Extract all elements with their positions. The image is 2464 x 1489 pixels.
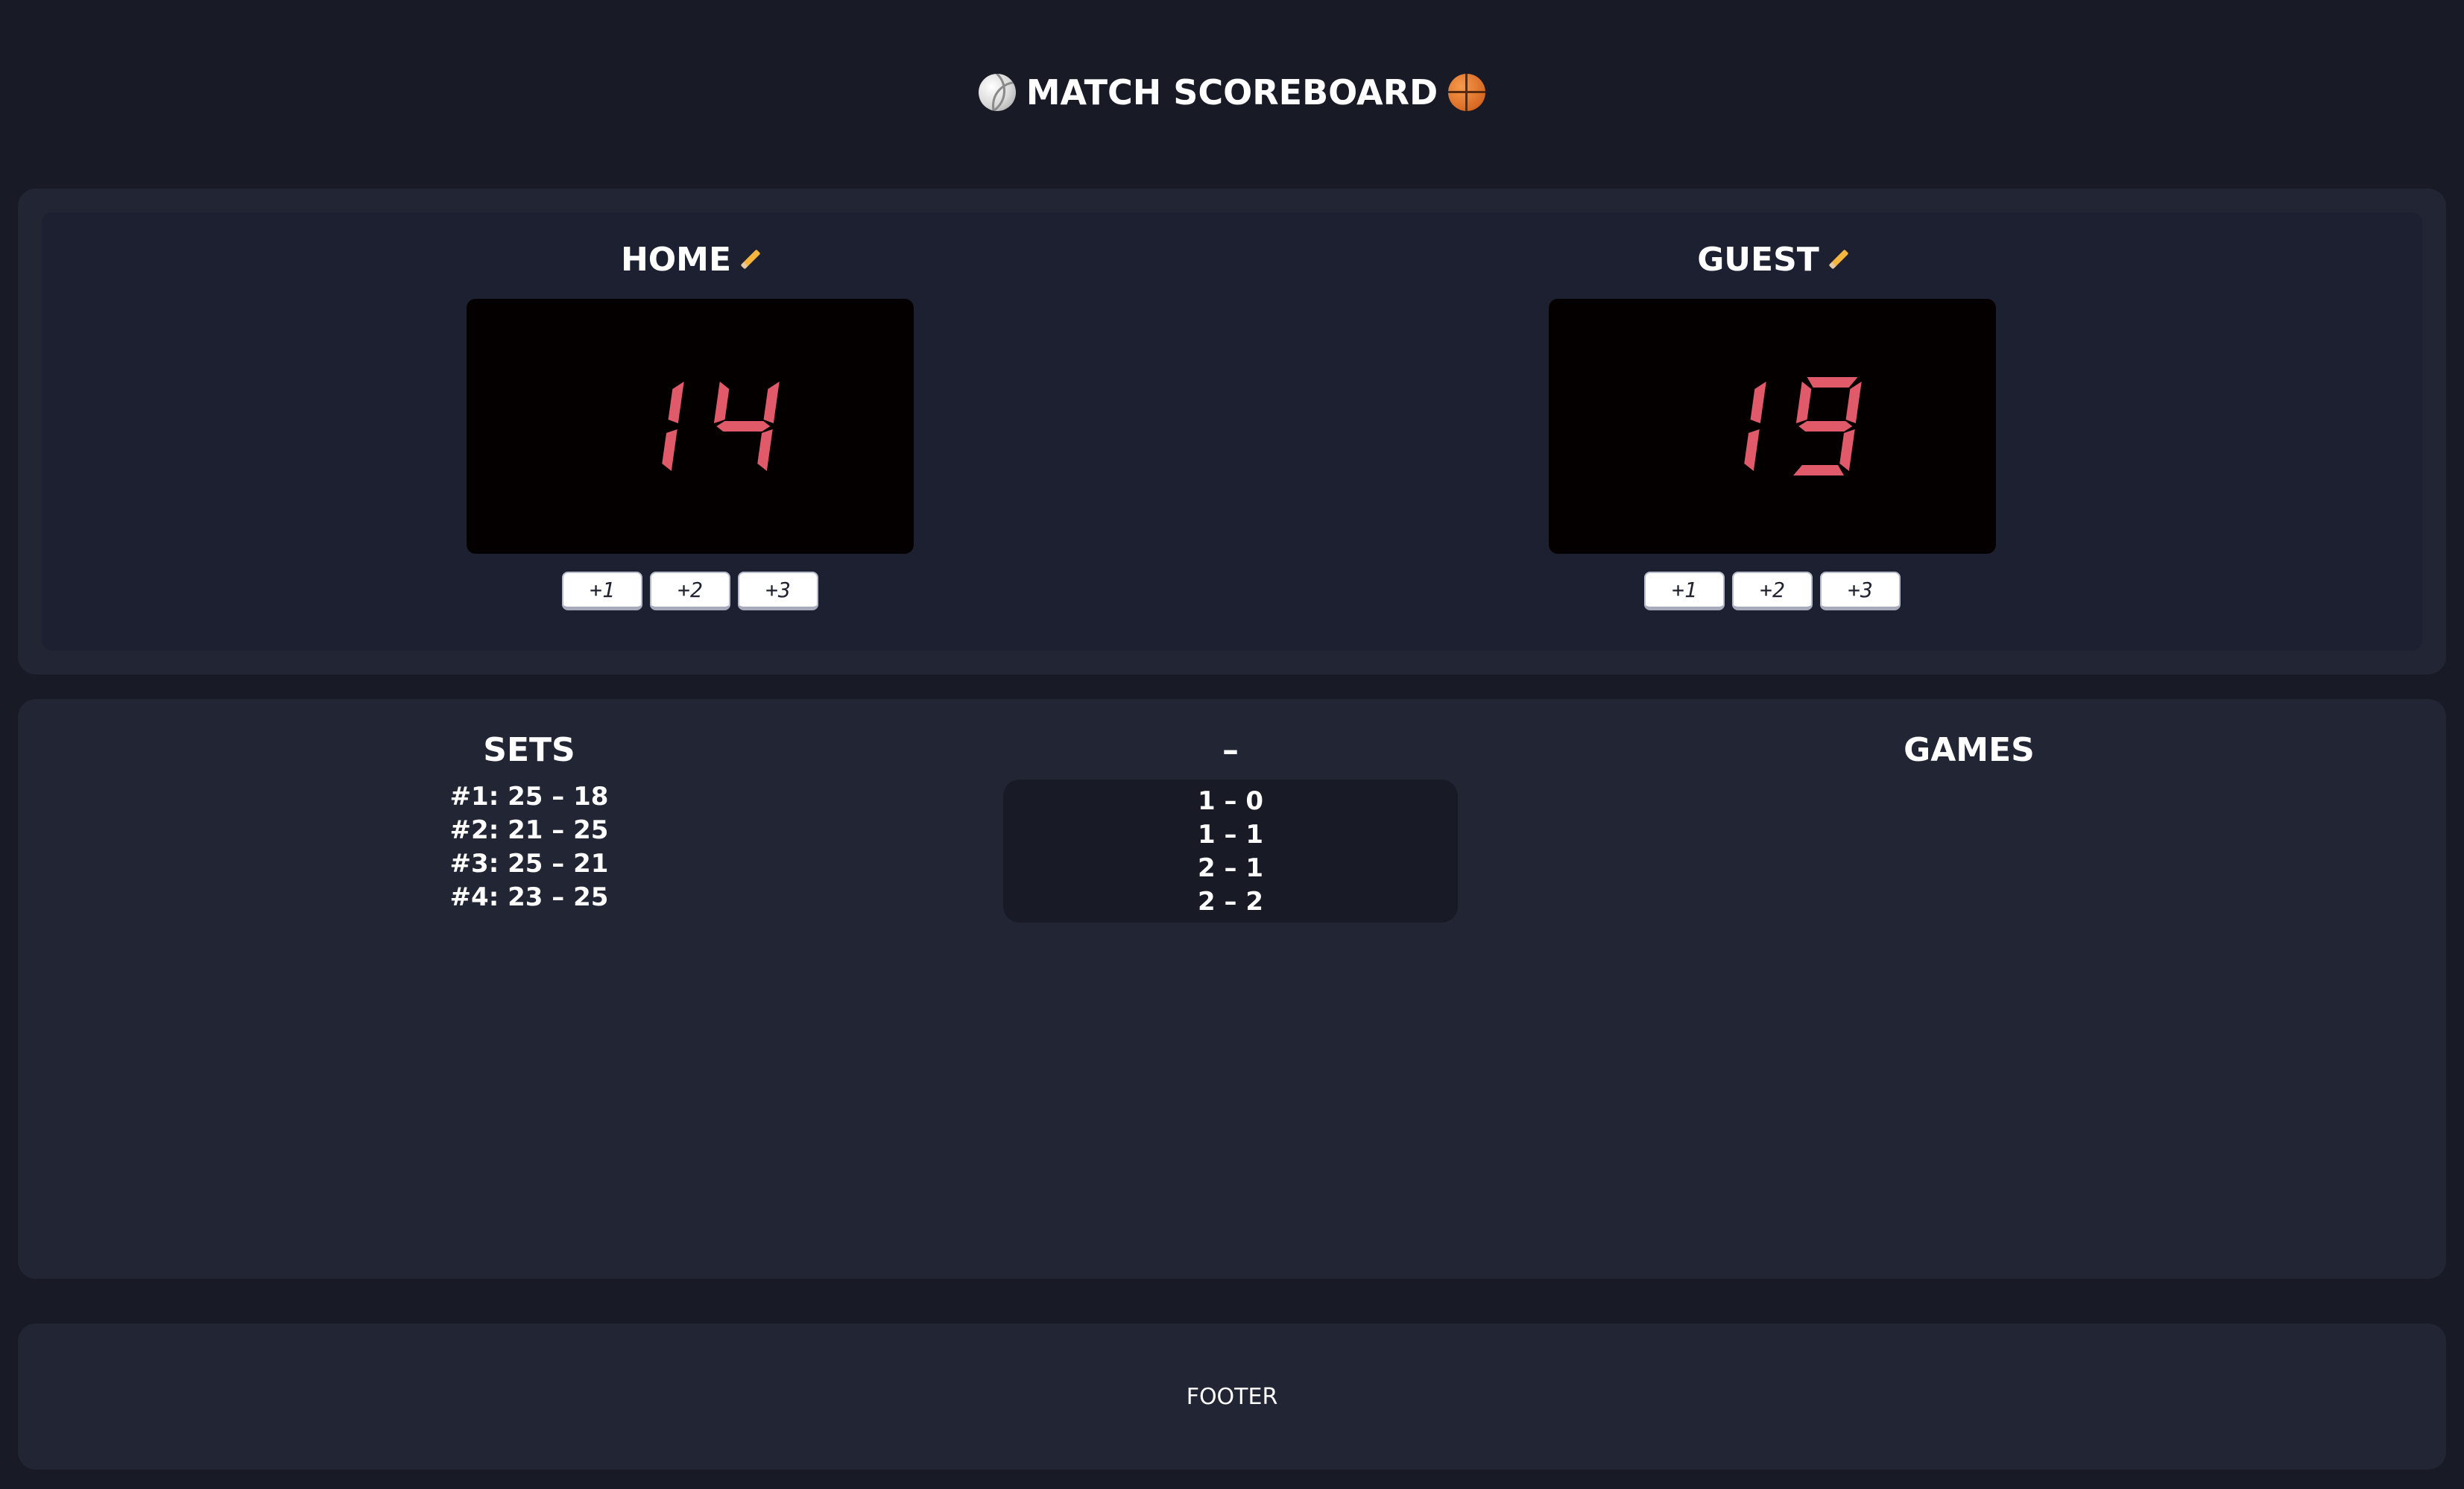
footer: FOOTER	[18, 1324, 2446, 1470]
set-totals-list: 1 – 01 – 12 – 12 – 2	[1003, 780, 1458, 923]
set-total-item: 1 – 0	[1198, 785, 1263, 816]
basketball-icon	[1448, 74, 1486, 111]
set-total-item: 2 – 2	[1198, 886, 1263, 917]
page-title: MATCH SCOREBOARD	[1026, 72, 1438, 113]
footer-text: FOOTER	[1186, 1383, 1278, 1410]
sets-list: #1: 25 – 18 #2: 21 – 25 #3: 25 – 21 #4: 23 …	[450, 780, 609, 914]
guest-add-2-button[interactable]: +2	[1732, 572, 1813, 610]
games-header: GAMES	[1904, 730, 2035, 769]
pencil-icon[interactable]	[740, 250, 759, 269]
home-score-digit	[697, 375, 780, 478]
sets-column: SETS #1: 25 – 18 #2: 21 – 25 #3: 25 – 21 #4…	[380, 726, 678, 914]
set-score-item: #3: 25 – 21	[449, 848, 609, 879]
guest-score-digit	[1684, 375, 1766, 478]
set-total-item: 1 – 1	[1198, 819, 1263, 850]
guest-team-name: GUEST	[1697, 240, 1819, 279]
scoreboard-title: MATCH SCOREBOARD	[0, 63, 2464, 122]
home-score-digit	[601, 375, 684, 478]
home-team-name: HOME	[620, 240, 732, 279]
home-add-2-button[interactable]: +2	[650, 572, 730, 610]
set-score-item: #1: 25 – 18	[449, 781, 609, 812]
segment-f	[713, 382, 730, 423]
games-column: GAMES	[1820, 726, 2118, 780]
home-add-1-button[interactable]: +1	[562, 572, 642, 610]
guest-score-digit	[1779, 375, 1862, 478]
segment-f	[1795, 382, 1812, 423]
set-totals-column: – 1 – 01 – 12 – 12 – 2	[1003, 726, 1458, 923]
score-panel: HOME +1 +2 +3 GUEST +1 +2 +3	[18, 189, 2446, 674]
home-team: HOME +1 +2 +3	[467, 212, 914, 610]
segment-c	[1744, 429, 1760, 471]
segment-c	[662, 429, 677, 471]
segment-a	[1807, 377, 1858, 388]
guest-team: GUEST +1 +2 +3	[1549, 212, 1996, 610]
set-totals-header: –	[1222, 730, 1239, 769]
segment-b	[1750, 382, 1766, 423]
home-score-buttons: +1 +2 +3	[562, 572, 818, 610]
home-add-3-button[interactable]: +3	[738, 572, 818, 610]
segment-c	[1839, 429, 1855, 471]
score-panel-inner: HOME +1 +2 +3 GUEST +1 +2 +3	[42, 212, 2422, 651]
set-score-item: #2: 21 – 25	[449, 815, 609, 845]
stats-panel: SETS #1: 25 – 18 #2: 21 – 25 #3: 25 – 21 #4…	[18, 699, 2446, 1279]
guest-add-3-button[interactable]: +3	[1820, 572, 1901, 610]
sets-header: SETS	[483, 730, 575, 769]
segment-b	[1845, 382, 1862, 423]
set-total-item: 2 – 1	[1198, 853, 1263, 883]
guest-score-digits	[1684, 375, 1862, 478]
volleyball-icon	[978, 74, 1016, 111]
segment-g	[716, 421, 771, 431]
segment-c	[757, 429, 773, 471]
pencil-icon[interactable]	[1828, 250, 1848, 269]
segment-b	[763, 382, 780, 423]
home-score-digits	[601, 375, 780, 478]
guest-score-buttons: +1 +2 +3	[1644, 572, 1901, 610]
guest-score-display	[1549, 299, 1996, 554]
home-score-display	[467, 299, 914, 554]
segment-g	[1798, 421, 1853, 431]
guest-add-1-button[interactable]: +1	[1644, 572, 1725, 610]
guest-name-row[interactable]: GUEST	[1697, 235, 1848, 284]
set-score-item: #4: 23 – 25	[449, 882, 609, 912]
home-name-row[interactable]: HOME	[621, 235, 759, 284]
segment-d	[1793, 465, 1845, 475]
segment-b	[668, 382, 684, 423]
